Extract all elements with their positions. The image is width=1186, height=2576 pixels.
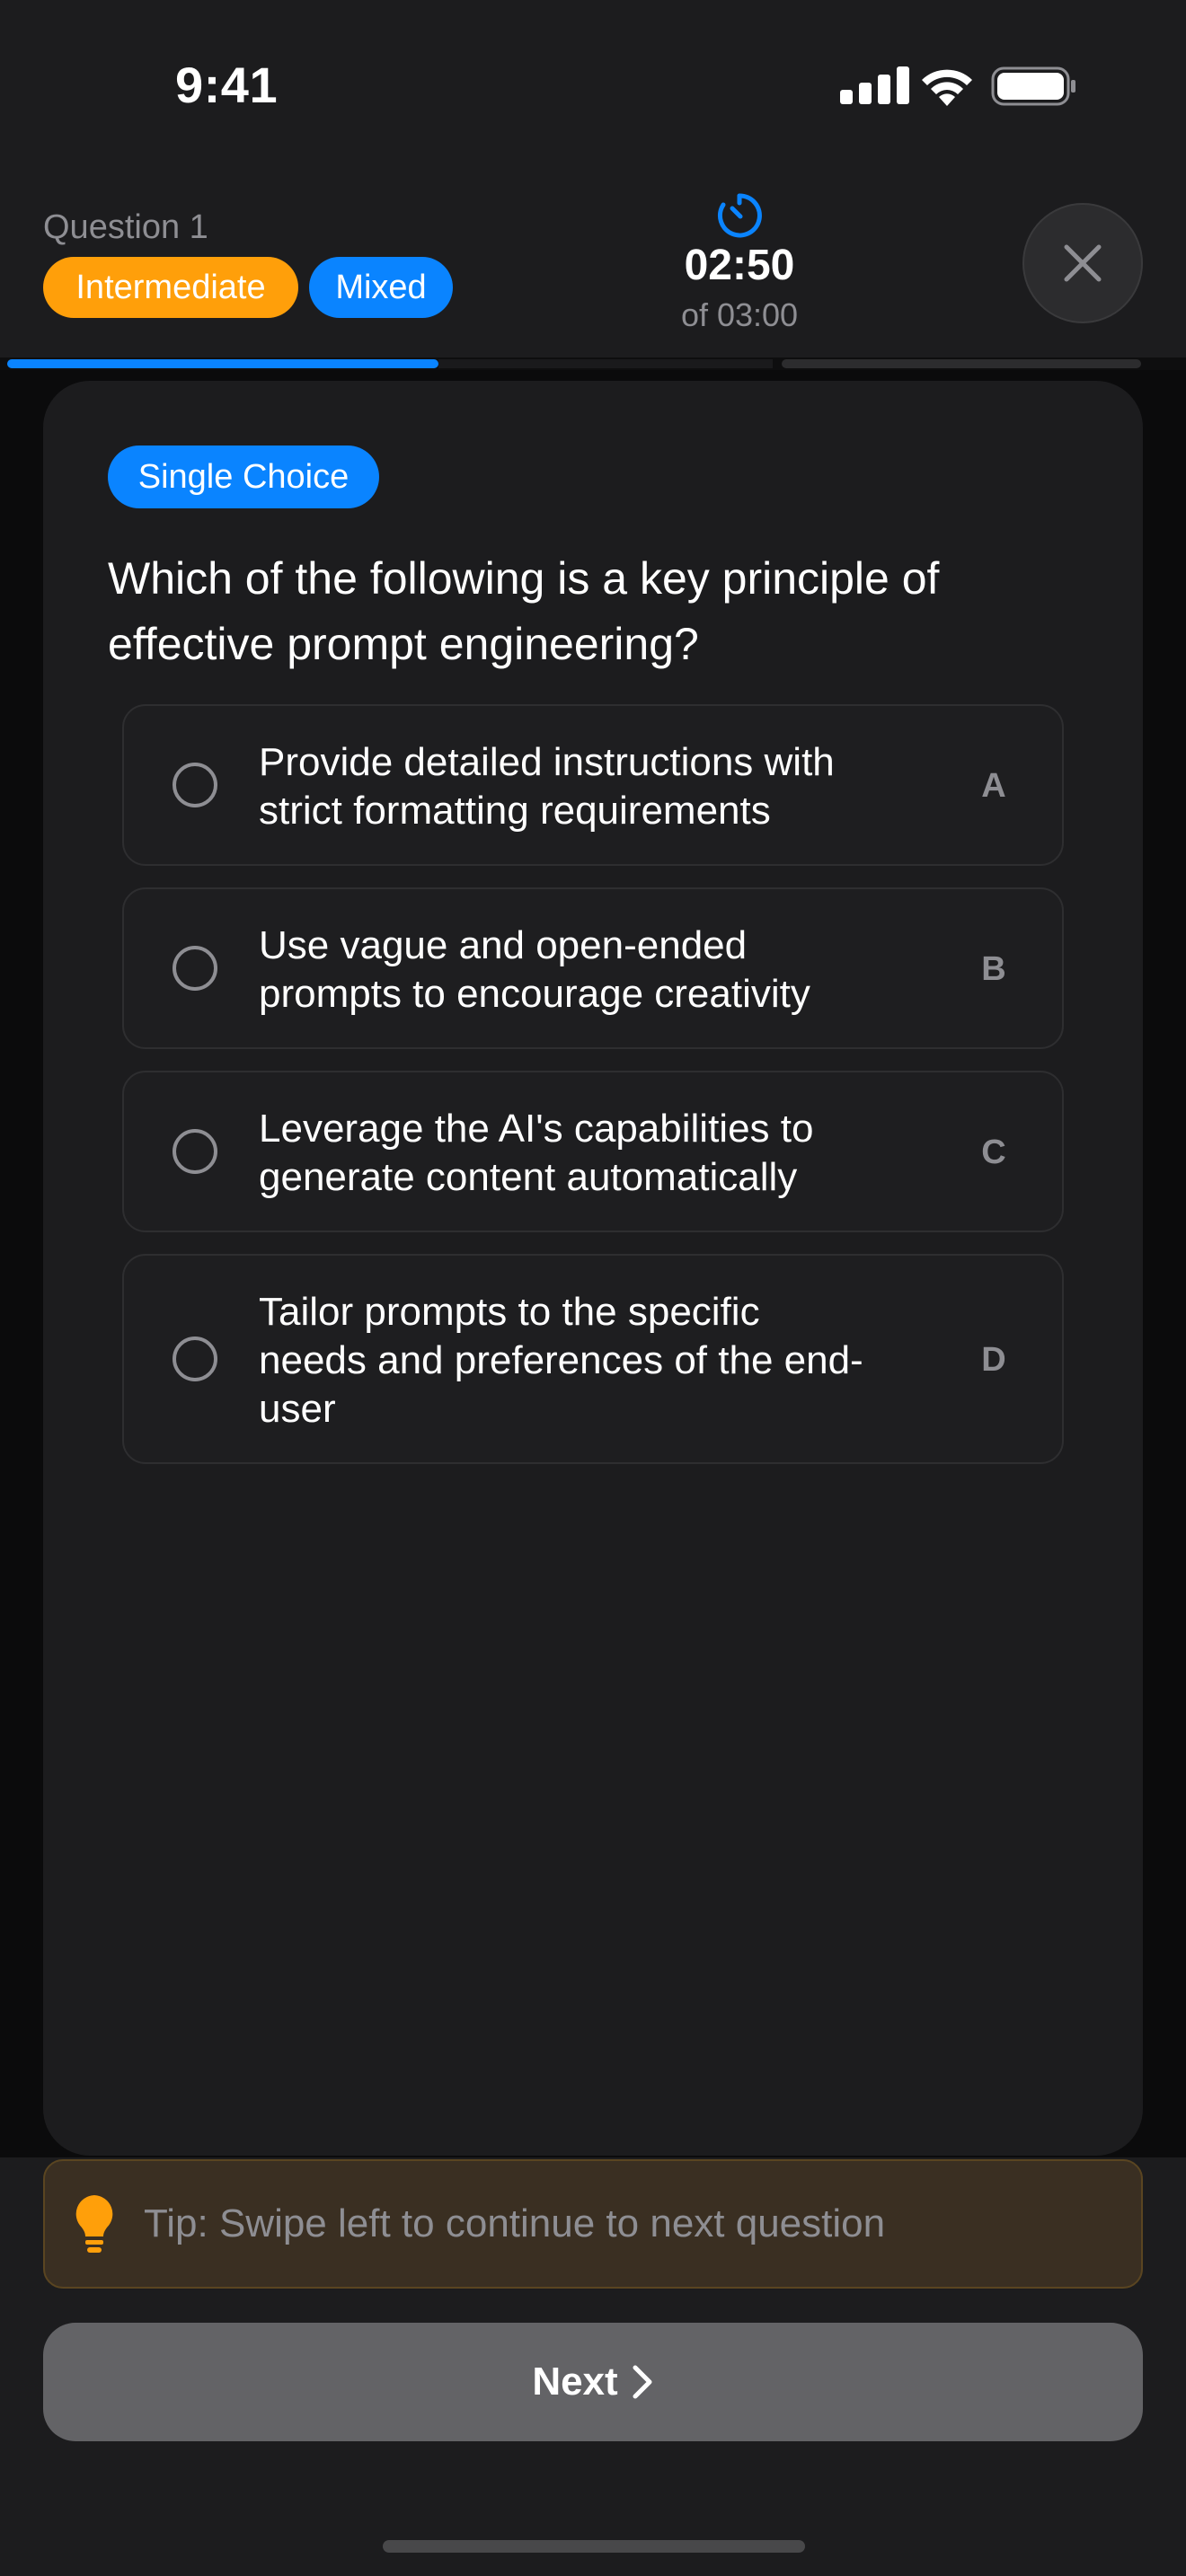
status-time: 9:41 [175, 57, 279, 113]
radio-button[interactable] [173, 763, 217, 807]
option-b[interactable]: Use vague and open-ended prompts to enco… [122, 887, 1064, 1049]
option-text-line: Use vague and open-ended [259, 923, 748, 967]
option-d[interactable]: Tailor prompts to the specific needs and… [122, 1254, 1064, 1464]
next-label: Next [532, 2360, 618, 2404]
timer-value: 02:50 [684, 242, 795, 289]
option-text-line: user [259, 1387, 336, 1431]
wifi-icon [922, 69, 972, 106]
next-button[interactable]: Next [43, 2323, 1143, 2441]
option-text: Leverage the AI's capabilities to genera… [259, 1105, 942, 1202]
option-letter: C [981, 1134, 1006, 1171]
option-text-line: Leverage the AI's capabilities to [259, 1107, 814, 1151]
option-letter: D [981, 1341, 1006, 1379]
close-button[interactable] [1022, 203, 1143, 323]
difficulty-badge: Intermediate [43, 257, 298, 318]
radio-button[interactable] [173, 1129, 217, 1174]
radio-button[interactable] [173, 946, 217, 991]
mode-badge: Mixed [309, 257, 453, 318]
battery-icon [991, 66, 1075, 106]
option-text-line: needs and preferences of the end- [259, 1338, 863, 1382]
timer-total: of 03:00 [680, 296, 799, 333]
option-c[interactable]: Leverage the AI's capabilities to genera… [122, 1071, 1064, 1232]
option-letter: B [981, 950, 1006, 988]
question-text: Which of the following is a key principl… [108, 553, 940, 669]
tip-text: Tip: Swipe left to continue to next ques… [144, 2201, 886, 2245]
option-text-line: Tailor prompts to the specific [259, 1290, 760, 1334]
chevron-right-icon [633, 2365, 652, 2399]
signal-icon [840, 66, 909, 104]
option-text-line: strict formatting requirements [259, 789, 771, 833]
progress-fill [7, 359, 438, 368]
option-text-line: generate content automatically [259, 1155, 798, 1199]
radio-button[interactable] [173, 1337, 217, 1381]
progress-remaining [438, 359, 773, 368]
bulb-icon [75, 2195, 113, 2253]
close-icon [1064, 244, 1102, 282]
option-letter: A [981, 767, 1006, 805]
option-text-line: Provide detailed instructions with [259, 740, 835, 784]
question-type-badge: Single Choice [108, 446, 379, 508]
home-indicator [383, 2540, 805, 2553]
option-text: Use vague and open-ended prompts to enco… [259, 922, 942, 1019]
progress-segment-next [782, 359, 1141, 368]
option-text-line: prompts to encourage creativity [259, 972, 810, 1016]
option-text: Provide detailed instructions with stric… [259, 738, 942, 835]
option-a[interactable]: Provide detailed instructions with stric… [122, 704, 1064, 866]
option-text: Tailor prompts to the specific needs and… [259, 1288, 942, 1434]
question-number: Question 1 [43, 208, 208, 246]
timer-icon [717, 193, 762, 238]
